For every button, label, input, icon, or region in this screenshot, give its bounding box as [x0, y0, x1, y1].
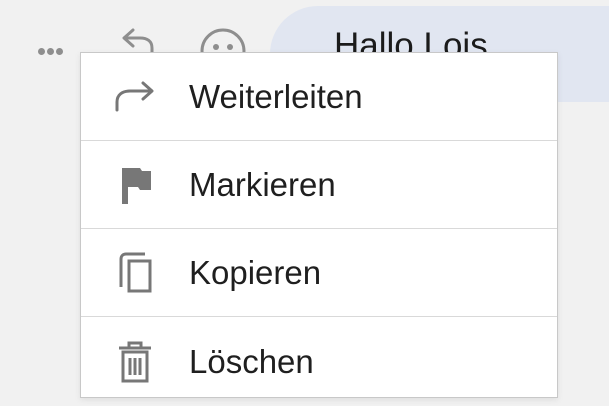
menu-item-flag[interactable]: Markieren	[81, 141, 557, 229]
menu-item-forward[interactable]: Weiterleiten	[81, 53, 557, 141]
flag-icon	[111, 161, 159, 209]
copy-icon	[111, 249, 159, 297]
menu-item-label: Weiterleiten	[189, 77, 363, 115]
menu-item-label: Löschen	[189, 343, 314, 380]
trash-icon	[111, 338, 159, 386]
more-options-icon[interactable]	[38, 42, 72, 55]
menu-item-label: Kopieren	[189, 253, 322, 291]
context-menu: Weiterleiten Markieren Kopieren Löschen	[80, 52, 558, 398]
forward-arrow-icon	[111, 73, 159, 121]
menu-item-delete[interactable]: Löschen	[81, 318, 557, 406]
menu-item-copy[interactable]: Kopieren	[81, 229, 557, 317]
menu-item-label: Markieren	[189, 165, 336, 203]
